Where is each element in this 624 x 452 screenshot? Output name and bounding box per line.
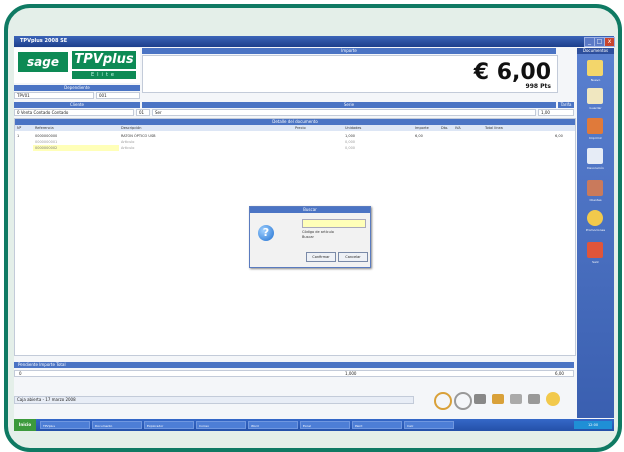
total-euros: € 6,00 [473, 60, 551, 85]
tarifa-field[interactable]: 1,00 [538, 109, 574, 116]
title-bar: TPVplus 2008 SE _ □ x [14, 36, 615, 47]
col-desc: Descripción [121, 126, 142, 130]
total-value: 6,00 [555, 371, 564, 376]
serie-header: Serie [142, 102, 556, 108]
grid-column-headers: Nº Referencia Descripción Precio Unidade… [15, 125, 575, 131]
taskbar-item[interactable]: Paint [352, 421, 402, 429]
dependiente-num-field[interactable]: 001 [96, 92, 140, 99]
question-icon: ? [258, 225, 274, 241]
importe-header: Importe [142, 48, 556, 54]
printer-icon[interactable] [474, 394, 486, 404]
cliente-header: Cliente [14, 102, 140, 108]
table-row[interactable]: 0000000002 Articulo 0,000 [15, 145, 575, 151]
return-icon[interactable] [587, 148, 603, 164]
dialog-message-line: Buscar [302, 235, 314, 239]
app-window: TPVplus 2008 SE _ □ x sage TPVplus Elite… [14, 36, 615, 431]
row-desc: Articulo [121, 146, 135, 150]
search-dialog: Buscar ? Código de artículo Buscar Confi… [249, 206, 371, 268]
accessory-icons [434, 390, 564, 410]
col-import: Importe [415, 126, 429, 130]
folder-icon[interactable] [492, 394, 504, 404]
sage-logo: sage [18, 52, 68, 72]
col-units: Unidades [345, 126, 362, 130]
cliente-field[interactable]: 0 Venta Contado Contado [14, 109, 134, 116]
col-total: Total línea [485, 126, 503, 130]
sidebar-item-label: Devolución [587, 166, 604, 170]
sidebar-title: Documentos [577, 48, 614, 54]
sidebar-item-label: Guardar [589, 106, 602, 110]
cancel-button[interactable]: Cancelar [338, 252, 368, 262]
col-dto: Dto. [441, 126, 449, 130]
client-icon[interactable] [587, 180, 603, 196]
taskbar-item[interactable]: Documento [92, 421, 142, 429]
exit-icon[interactable] [587, 242, 603, 258]
col-num: Nº [17, 126, 22, 130]
taskbar-item[interactable]: TPVplus [40, 421, 90, 429]
drawer-icon[interactable] [510, 394, 522, 404]
ring-icon[interactable] [454, 392, 472, 410]
promo-icon[interactable] [587, 210, 603, 226]
sidebar-item-label: Nuevo [590, 78, 601, 82]
col-price: Precio [295, 126, 306, 130]
new-doc-icon[interactable] [587, 60, 603, 76]
dependiente-code-field[interactable]: TPV01 [14, 92, 94, 99]
taskbar-item[interactable]: Excel [300, 421, 350, 429]
totals-row: 0 1,000 6,00 [14, 370, 574, 377]
scanner-icon[interactable] [528, 394, 540, 404]
taskbar-item[interactable]: Correo [196, 421, 246, 429]
totals-header: Pendiente Importe Total [14, 362, 574, 368]
right-sidebar: Documentos Nuevo Guardar Imprimir Devolu… [577, 48, 614, 418]
taskbar-item[interactable]: Explorador [144, 421, 194, 429]
confirm-button[interactable]: Confirmar [306, 252, 336, 262]
col-ref: Referencia [35, 126, 54, 130]
totals-panel: Pendiente Importe Total 0 1,000 6,00 Caj… [14, 354, 574, 424]
close-button[interactable]: x [604, 37, 615, 47]
app-logo: sage TPVplus Elite [14, 48, 140, 83]
col-iva: IVA [455, 126, 461, 130]
coin-icon[interactable] [546, 392, 560, 406]
tarifa-header: Tarifa [558, 102, 574, 108]
save-icon[interactable] [587, 88, 603, 104]
sidebar-item-label: Promociones [585, 228, 606, 232]
print-icon[interactable] [587, 118, 603, 134]
total-display: € 6,00 998 Pts [142, 55, 558, 93]
sidebar-item-label: Clientes [589, 198, 602, 202]
start-button[interactable]: Inicio [14, 419, 36, 431]
pending-value: 0 [19, 371, 22, 376]
system-clock: 12:00 [574, 421, 612, 429]
dependiente-header: Dependiente [14, 85, 140, 91]
sidebar-item-label: Salir [592, 260, 599, 264]
units-value: 1,000 [345, 371, 357, 376]
window-title: TPVplus 2008 SE [20, 38, 68, 44]
dialog-message: Código de artículo Buscar [302, 230, 334, 240]
taskbar-item[interactable]: Word [248, 421, 298, 429]
cliente-num-field[interactable]: 01 [136, 109, 150, 116]
row-units: 0,000 [345, 146, 356, 150]
serie-field[interactable]: Ser [152, 109, 536, 116]
monitor-frame: TPVplus 2008 SE _ □ x sage TPVplus Elite… [4, 4, 622, 452]
total-pesetas: 998 Pts [525, 83, 551, 90]
windows-taskbar: Inicio TPVplus Documento Explorador Corr… [14, 419, 614, 431]
edition-label: Elite [72, 71, 136, 79]
ring-icon[interactable] [434, 392, 452, 410]
dialog-title: Buscar [250, 207, 370, 213]
tpvplus-logo: TPVplus [72, 51, 136, 69]
row-ref-input[interactable]: 0000000002 [33, 145, 119, 151]
dialog-search-input[interactable] [302, 219, 366, 228]
sidebar-item-label: Imprimir [589, 136, 602, 140]
status-bar: Caja abierta - 17 marzo 2008 [14, 396, 414, 404]
taskbar-item[interactable]: Calc [404, 421, 454, 429]
